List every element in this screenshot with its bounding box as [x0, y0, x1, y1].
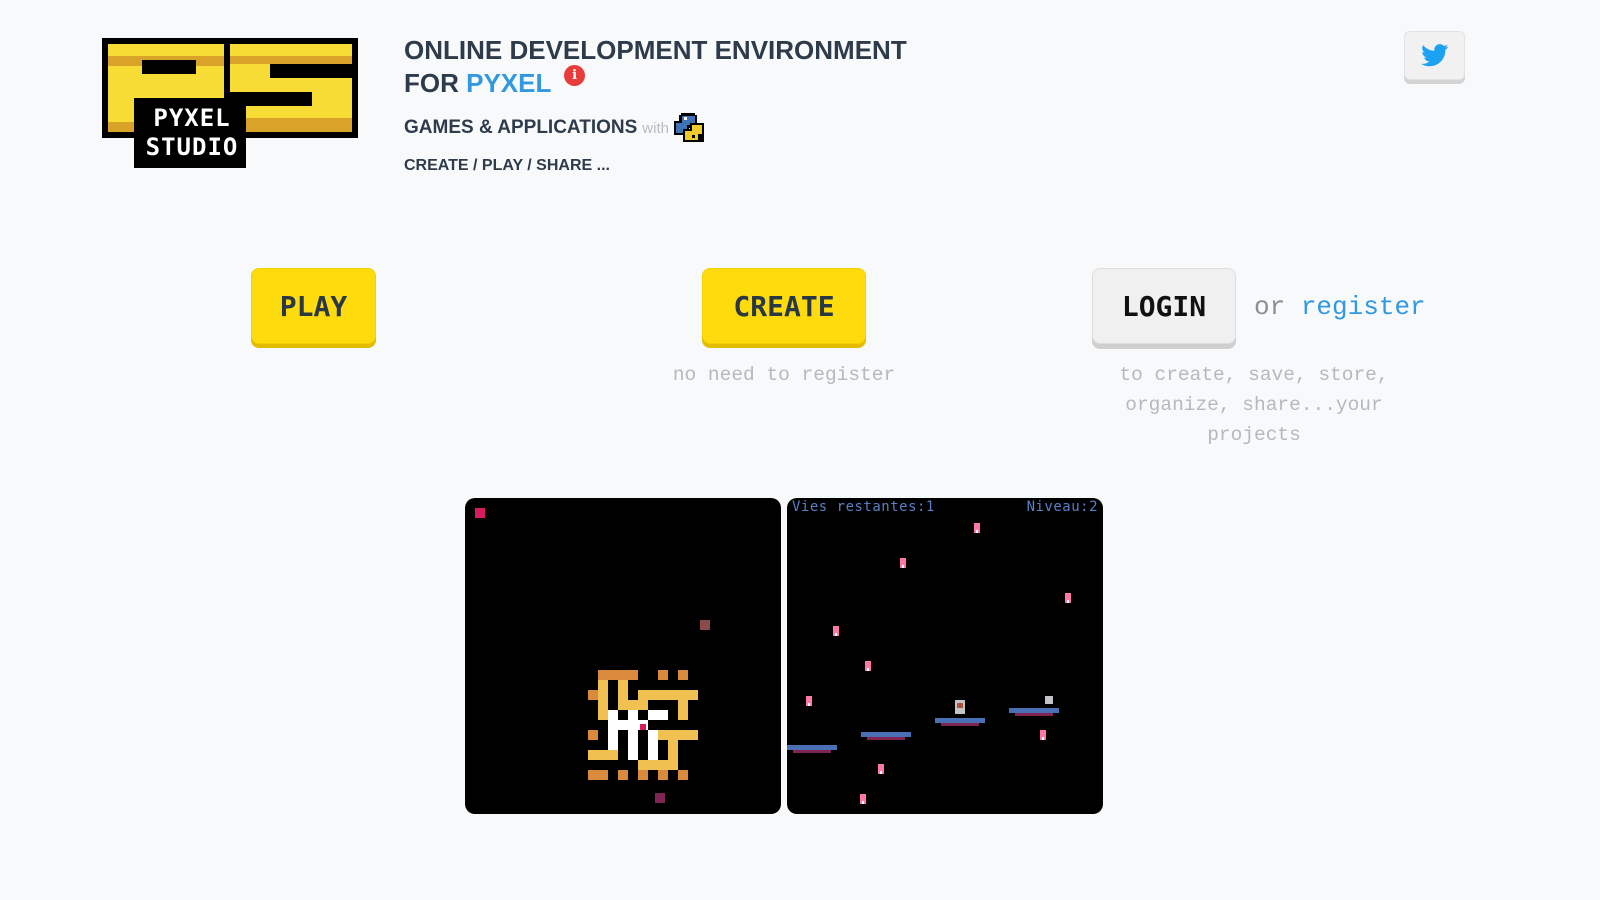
create-button[interactable]: CREATE — [702, 268, 866, 344]
maze-game-thumbnail[interactable] — [465, 498, 781, 814]
pyxel-link[interactable]: PYXEL — [466, 68, 551, 98]
login-note: to create, save, store, organize, share.… — [1119, 364, 1389, 446]
pyxel-studio-logo[interactable]: PYXEL STUDIO — [102, 38, 358, 168]
title-for: FOR — [404, 68, 459, 98]
twitter-bird-icon — [1420, 44, 1448, 67]
title-line-2: FOR PYXEL i — [404, 65, 1004, 100]
or-text: or — [1254, 292, 1286, 322]
level-label: Niveau:2 — [1026, 499, 1098, 515]
lives-remaining-label: Vies restantes:1 — [792, 499, 935, 515]
subtitle-text: GAMES & APPLICATIONS — [404, 117, 638, 138]
logo-text-studio: STUDIO — [145, 133, 239, 161]
platform-game-thumbnail[interactable]: Vies restantes:1 Niveau:2 — [787, 498, 1103, 814]
or-register: or register — [1254, 292, 1426, 322]
page-title: ONLINE DEVELOPMENT ENVIRONMENT FOR PYXEL… — [404, 34, 1004, 100]
create-note: no need to register — [672, 364, 896, 386]
twitter-button[interactable] — [1404, 31, 1465, 80]
title-line-1: ONLINE DEVELOPMENT ENVIRONMENT — [404, 35, 907, 65]
with-text: with — [642, 119, 669, 137]
play-button[interactable]: PLAY — [251, 268, 376, 344]
maze-game-screen — [475, 508, 710, 803]
platform-game-screen — [787, 523, 1071, 804]
site-header: ONLINE DEVELOPMENT ENVIRONMENT FOR PYXEL… — [404, 34, 1004, 175]
info-icon[interactable]: i — [564, 65, 586, 86]
logo-text-pyxel: PYXEL — [153, 104, 231, 132]
login-button[interactable]: LOGIN — [1092, 268, 1236, 344]
register-link[interactable]: register — [1301, 292, 1426, 322]
tagline: CREATE / PLAY / SHARE ... — [404, 157, 610, 174]
subtitle: GAMES & APPLICATIONS with — [404, 112, 1004, 144]
python-logo-icon — [673, 113, 704, 142]
